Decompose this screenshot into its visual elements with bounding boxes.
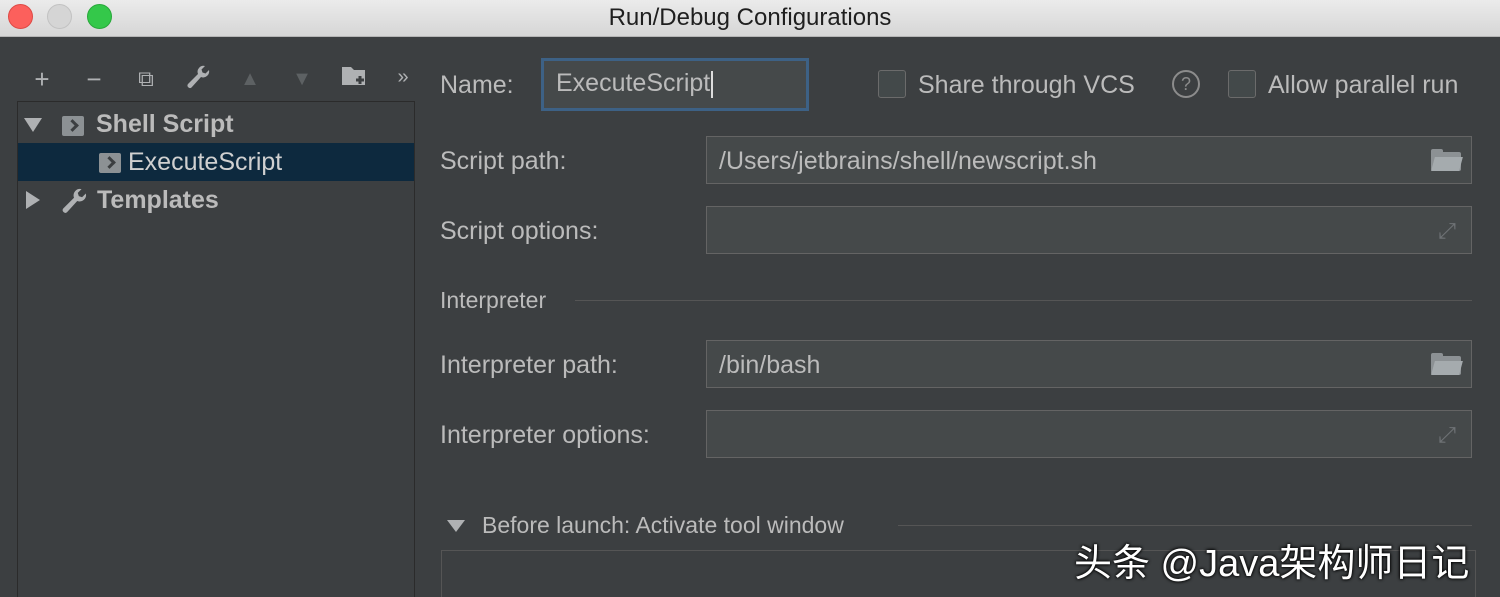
name-label: Name: [440, 71, 514, 99]
title-bar: Run/Debug Configurations [0, 0, 1500, 37]
configurations-sidebar: + − ⧉ ▲ ▼ » Shell Script ExecuteScript T… [0, 38, 416, 597]
collapse-arrow-icon[interactable] [26, 191, 40, 209]
move-down-icon[interactable]: ▼ [287, 64, 317, 94]
add-icon[interactable]: + [27, 64, 57, 94]
script-options-label: Script options: [440, 217, 599, 245]
browse-folder-icon[interactable] [1431, 353, 1463, 375]
script-options-field[interactable]: ⤢ [706, 206, 1472, 254]
expand-icon[interactable]: ⤢ [1435, 219, 1459, 243]
interpreter-path-value: /bin/bash [719, 351, 821, 379]
allow-parallel-label[interactable]: Allow parallel run [1268, 71, 1458, 100]
folder-svg [342, 67, 365, 85]
help-icon[interactable]: ? [1172, 70, 1200, 98]
section-divider [898, 525, 1472, 526]
shell-script-icon [62, 116, 84, 136]
text-caret [711, 70, 714, 98]
script-path-value: /Users/jetbrains/shell/newscript.sh [719, 147, 1097, 175]
interpreter-options-label: Interpreter options: [440, 421, 650, 449]
move-up-icon[interactable]: ▲ [235, 64, 265, 94]
script-path-label: Script path: [440, 147, 567, 175]
script-path-field[interactable]: /Users/jetbrains/shell/newscript.sh [706, 136, 1472, 184]
allow-parallel-checkbox[interactable] [1228, 70, 1256, 98]
section-divider [575, 300, 1472, 301]
configuration-tree: Shell Script ExecuteScript Templates [17, 101, 415, 597]
interpreter-options-field[interactable]: ⤢ [706, 410, 1472, 458]
wrench-icon[interactable] [183, 64, 213, 94]
new-folder-icon[interactable] [340, 64, 370, 94]
interpreter-path-label: Interpreter path: [440, 351, 618, 379]
before-launch-toggle-icon[interactable] [447, 520, 465, 532]
share-vcs-checkbox[interactable] [878, 70, 906, 98]
browse-folder-icon[interactable] [1431, 149, 1463, 171]
expand-arrow-icon[interactable] [24, 118, 42, 132]
watermark: 头条 @Java架构师日记 [1074, 543, 1470, 585]
tree-item-label: Templates [97, 186, 219, 214]
window-title: Run/Debug Configurations [608, 4, 892, 31]
copy-icon[interactable]: ⧉ [131, 64, 161, 94]
tree-item-execute-script[interactable]: ExecuteScript [18, 143, 414, 181]
share-vcs-label[interactable]: Share through VCS [918, 71, 1135, 100]
expand-icon[interactable]: ⤢ [1435, 423, 1459, 447]
tree-item-label: ExecuteScript [128, 148, 283, 176]
wrench-icon [60, 187, 88, 222]
tree-item-shell-script[interactable]: Shell Script [18, 105, 414, 143]
name-field[interactable]: ExecuteScript [541, 58, 809, 111]
name-value: ExecuteScript [556, 69, 711, 97]
interpreter-path-field[interactable]: /bin/bash [706, 340, 1472, 388]
more-icon[interactable]: » [388, 62, 418, 92]
remove-icon[interactable]: − [79, 64, 109, 94]
wrench-svg [187, 65, 210, 89]
before-launch-title[interactable]: Before launch: Activate tool window [482, 512, 844, 539]
interpreter-section-title: Interpreter [440, 287, 547, 313]
tree-item-label: Shell Script [96, 110, 234, 138]
tree-item-templates[interactable]: Templates [18, 181, 414, 219]
shell-script-icon [99, 153, 121, 173]
